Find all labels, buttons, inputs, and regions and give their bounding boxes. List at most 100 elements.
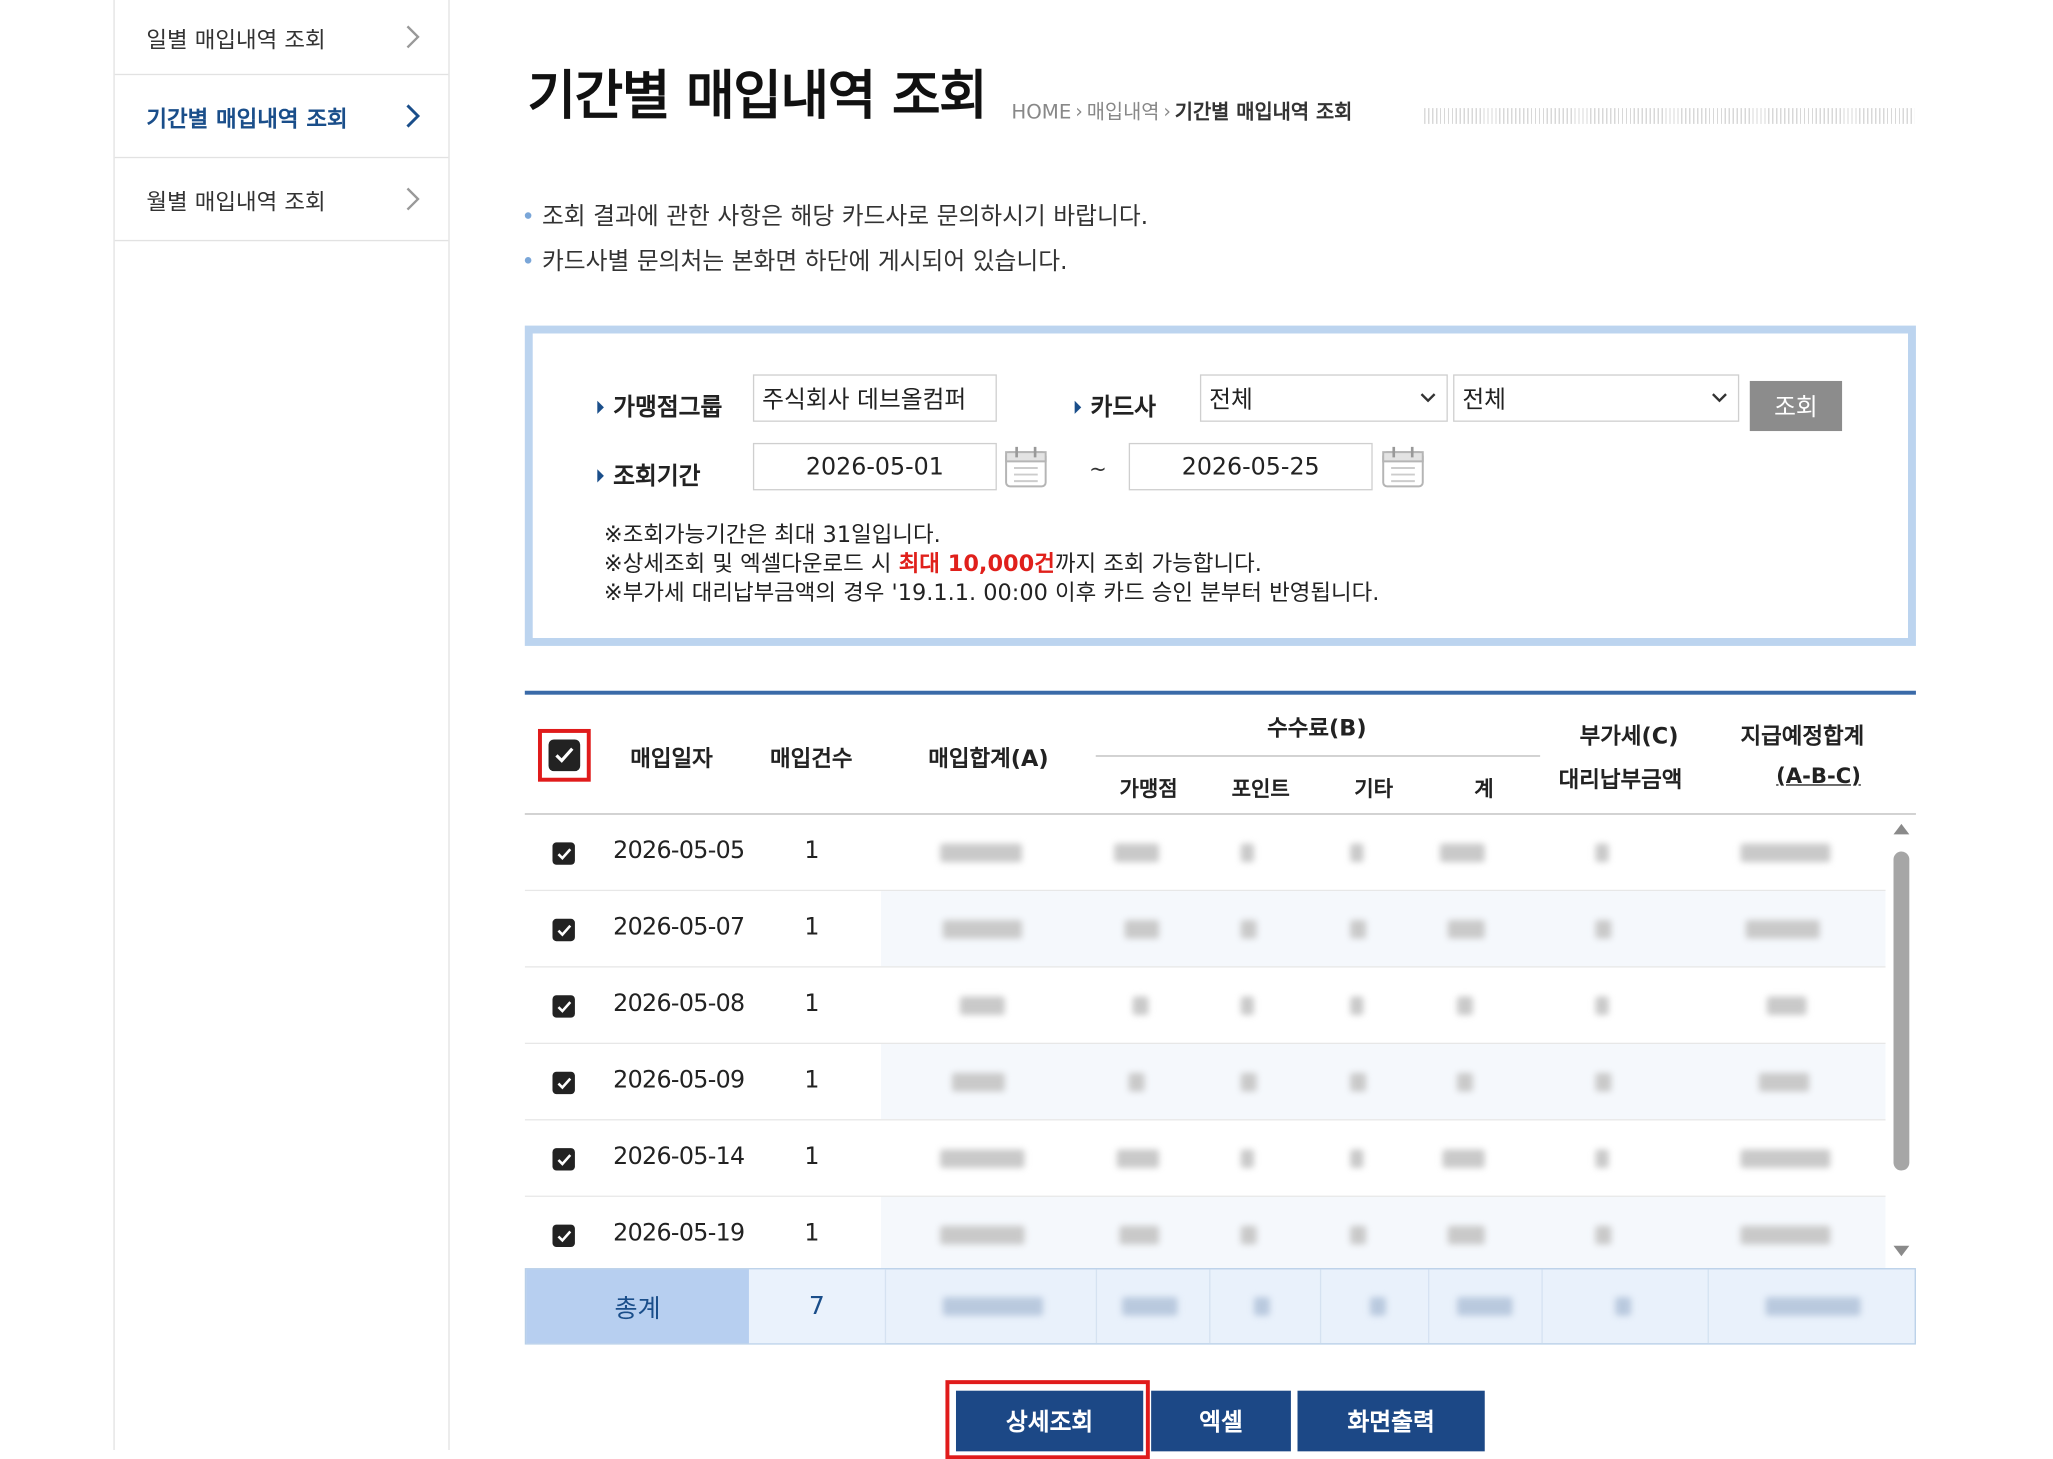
checkmark-icon [556,1077,571,1089]
redacted-value [1740,1149,1831,1168]
table-scrollbar[interactable] [1888,820,1914,1263]
checkmark-icon [556,1230,571,1242]
row-date: 2026-05-08 [613,989,745,1018]
redacted-value [1615,1297,1632,1316]
redacted-value [959,996,1005,1016]
row-date: 2026-05-05 [613,837,745,865]
table-row[interactable]: 2026-05-07 1 [524,891,1886,968]
redacted-value [1350,843,1364,863]
chevron-right-icon [406,187,420,211]
redacted-value [1128,1073,1145,1092]
row-count: 1 [804,989,820,1018]
sidebar-item-daily[interactable]: 일별 매입내역 조회 [114,0,449,76]
table-row[interactable]: 2026-05-09 1 [524,1044,1886,1121]
detail-view-button[interactable]: 상세조회 [955,1390,1144,1452]
redacted-value [1740,1225,1831,1245]
col-header-fee-point: 포인트 [1231,776,1290,802]
row-checkbox[interactable] [552,842,575,865]
redacted-value [1759,1073,1810,1092]
col-header-fee-etc: 기타 [1354,776,1394,802]
breadcrumb-section[interactable]: 매입내역 [1087,98,1160,126]
scroll-down-arrow-icon[interactable] [1892,1244,1910,1257]
merchant-group-input[interactable]: 주식회사 데브올컴퍼 [752,374,997,422]
row-checkbox[interactable] [552,918,575,942]
redacted-value [1119,1225,1160,1245]
row-date: 2026-05-09 [613,1066,745,1095]
chevron-right-icon [406,104,421,128]
row-checkbox[interactable] [552,995,575,1018]
total-label: 총계 [526,1269,749,1344]
redacted-value [1132,996,1149,1016]
redacted-value [1442,1149,1485,1168]
col-header-vat: 부가세(C) [1579,723,1679,751]
redacted-value [1240,1225,1257,1245]
row-checkbox[interactable] [552,1071,575,1095]
redacted-value [1350,920,1367,939]
redacted-value [1457,1073,1473,1092]
redacted-value [1350,1149,1364,1168]
total-row: 총계 7 [524,1268,1916,1345]
search-panel: 가맹점그룹 주식회사 데브올컴퍼 카드사 전체 전체 조회 조회기간 2026-… [524,325,1916,646]
redacted-value [1350,1073,1367,1092]
breadcrumb-divider [1424,108,1915,124]
redacted-value [1457,996,1473,1016]
redacted-value [1370,1297,1386,1316]
row-checkbox[interactable] [552,1224,575,1248]
row-count: 1 [804,913,820,942]
redacted-value [1240,920,1257,939]
scroll-up-arrow-icon[interactable] [1892,823,1910,836]
bullet-icon [524,211,532,219]
checkmark-icon [556,847,571,860]
redacted-value [1447,1225,1485,1245]
checkmark-icon [555,747,574,763]
sidebar-item-label: 일별 매입내역 조회 [146,27,326,54]
print-button[interactable]: 화면출력 [1297,1390,1485,1452]
table-body: 2026-05-05 1 2026-05-07 1 2026-05-08 1 2… [524,815,1886,1270]
redacted-value [940,1149,1025,1168]
breadcrumb-home[interactable]: HOME [1011,100,1071,124]
period-label: 조회기간 [597,457,700,491]
sidebar: 일별 매입내역 조회 기간별 매입내역 조회 월별 매입내역 조회 [113,0,450,1451]
note-vat: ※부가세 대리납부금액의 경우 '19.1.1. 00:00 이후 카드 승인 … [603,580,1380,607]
select-all-checkbox[interactable] [537,728,591,782]
redacted-value [1457,1297,1513,1316]
row-checkbox[interactable] [552,1148,575,1171]
table-row[interactable]: 2026-05-19 1 [524,1196,1886,1270]
checkmark-icon [556,1000,571,1013]
table-row[interactable]: 2026-05-08 1 [524,968,1886,1045]
redacted-value [1116,1149,1160,1168]
card-company-label: 카드사 [1075,389,1156,423]
breadcrumb: HOME › 매입내역 › 기간별 매입내역 조회 [1011,98,1352,126]
row-date: 2026-05-07 [613,913,745,942]
date-from-input[interactable]: 2026-05-01 [752,442,997,491]
col-header-payout-formula: (A-B-C) [1776,763,1861,789]
notice-item: 조회 결과에 관한 사항은 해당 카드사로 문의하시기 바랍니다. [524,198,1148,232]
calendar-icon[interactable] [1003,444,1048,489]
row-count: 1 [804,1219,820,1248]
sidebar-item-monthly[interactable]: 월별 매입내역 조회 [114,158,449,242]
redacted-value [942,920,1022,939]
excel-button[interactable]: 엑셀 [1151,1390,1291,1452]
redacted-value [1766,996,1807,1016]
search-button[interactable]: 조회 [1749,380,1843,432]
col-header-amount: 매입합계(A) [928,746,1049,773]
calendar-icon[interactable] [1381,444,1426,489]
sidebar-item-period[interactable]: 기간별 매입내역 조회 [114,75,449,159]
row-date: 2026-05-14 [613,1142,745,1171]
card-company-select[interactable]: 전체 [1199,374,1448,422]
redacted-value [1745,920,1820,939]
scroll-thumb[interactable] [1893,851,1910,1171]
redacted-value [952,1073,1005,1092]
col-header-count: 매입건수 [770,746,853,773]
col-header-fee-merchant: 가맹점 [1119,776,1178,802]
chevron-down-icon [1420,393,1436,403]
table-row[interactable]: 2026-05-14 1 [524,1120,1886,1197]
row-count: 1 [804,1142,820,1171]
redacted-value [940,843,1022,863]
row-count: 1 [804,1066,820,1095]
date-to-input[interactable]: 2026-05-25 [1128,442,1373,491]
table-row[interactable]: 2026-05-05 1 [524,815,1886,892]
card-type-select[interactable]: 전체 [1453,374,1740,422]
table-top-border [524,690,1916,695]
sidebar-item-label: 기간별 매입내역 조회 [146,106,348,133]
